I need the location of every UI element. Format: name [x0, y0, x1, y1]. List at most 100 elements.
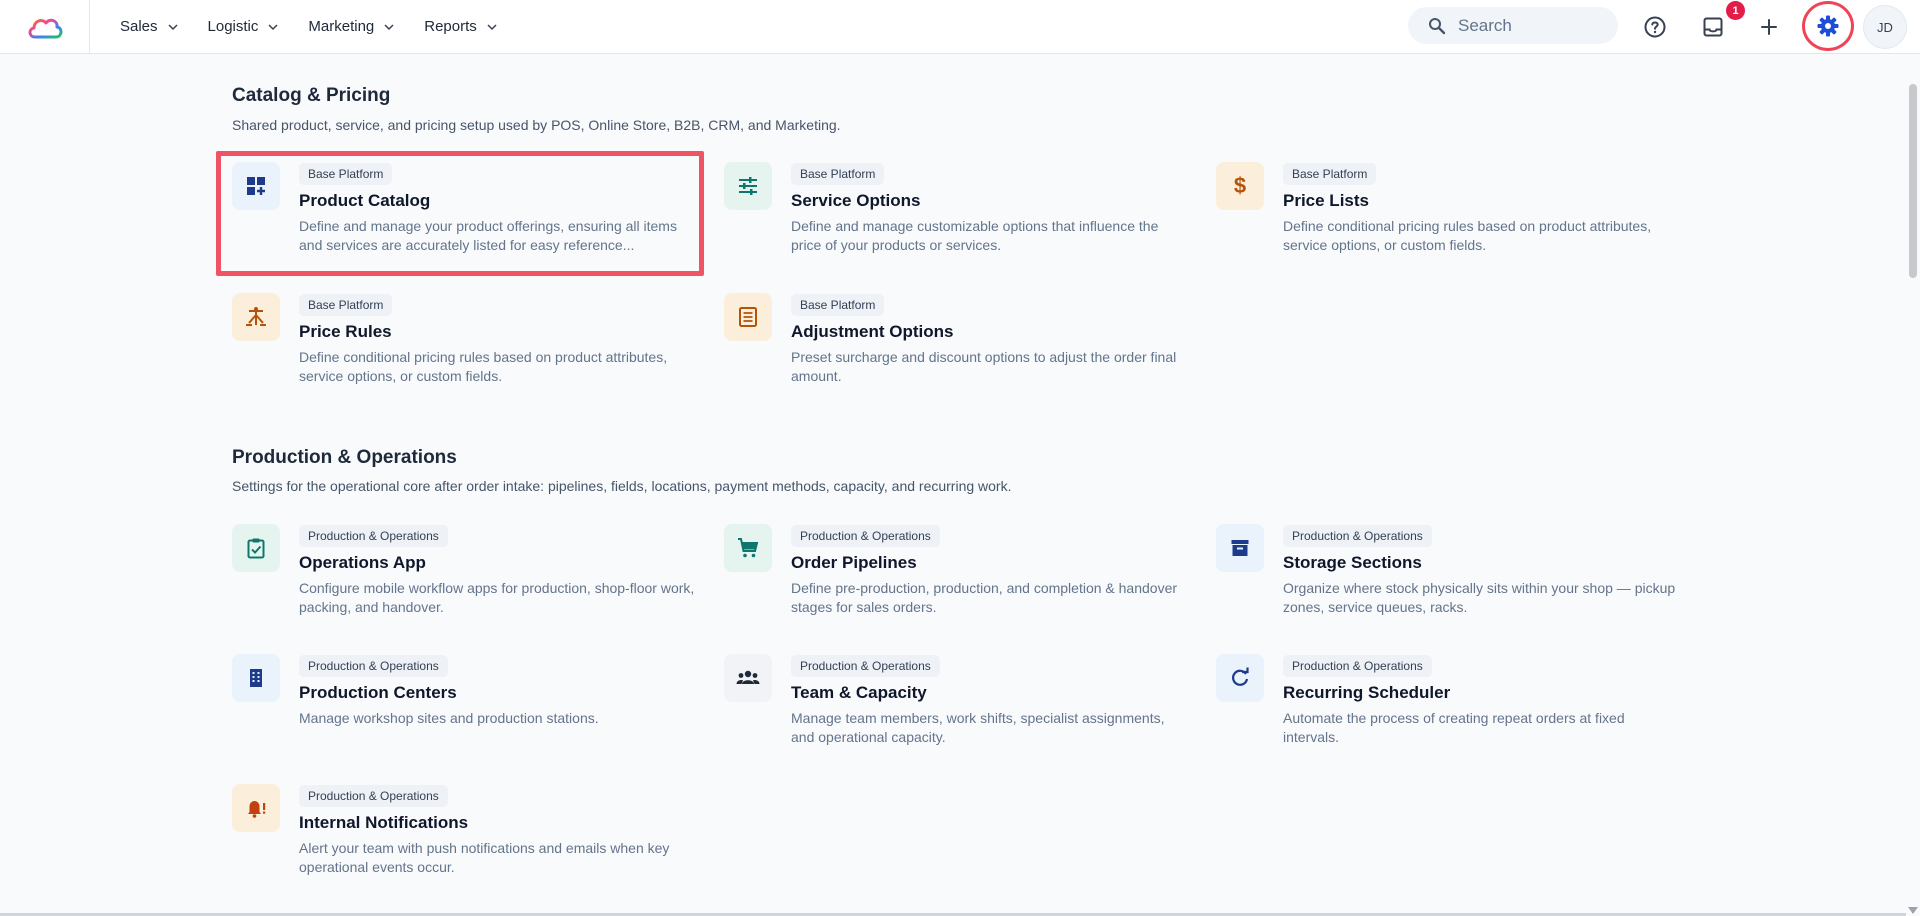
add-button[interactable]: [1754, 12, 1784, 42]
nav-sales[interactable]: Sales: [120, 18, 178, 35]
card-title: Price Lists: [1283, 191, 1369, 210]
bell-alert-icon: [248, 801, 266, 818]
card-recurring-scheduler[interactable]: Production & Operations Recurring Schedu…: [1216, 654, 1686, 764]
section-title-catalog-pricing: Catalog & Pricing: [232, 85, 391, 106]
card-description: Automate the process of creating repeat …: [1283, 710, 1625, 745]
card-title: Adjustment Options: [791, 322, 954, 341]
inbox-button[interactable]: [1698, 12, 1728, 42]
card-tag: Production & Operations: [299, 785, 448, 807]
app-logo[interactable]: [0, 0, 90, 54]
card-icon-box: $: [1216, 162, 1264, 210]
section-desc-production-operations: Settings for the operational core after …: [232, 478, 1012, 494]
people-icon: [736, 670, 760, 684]
card-tag: Base Platform: [299, 163, 393, 185]
building-icon: [250, 669, 262, 687]
search-box[interactable]: [1408, 7, 1618, 44]
card-title: Internal Notifications: [299, 813, 469, 832]
card-description: Define and manage your product offerings…: [299, 218, 677, 253]
chevron-down-icon: [268, 23, 278, 30]
card-icon-box: [232, 162, 280, 210]
section-desc-catalog-pricing: Shared product, service, and pricing set…: [232, 117, 841, 133]
card-title: Product Catalog: [299, 191, 431, 210]
card-price-lists[interactable]: $ Base Platform Price Lists Define condi…: [1216, 162, 1686, 272]
search-input[interactable]: [1458, 15, 1598, 36]
card-order-pipelines[interactable]: Production & Operations Order Pipelines …: [724, 524, 1194, 634]
nav-marketing-label: Marketing: [308, 18, 375, 35]
card-operations-app[interactable]: Production & Operations Operations App C…: [232, 524, 702, 634]
card-description: Alert your team with push notifications …: [299, 840, 670, 875]
inbox-icon: [1703, 17, 1723, 37]
card-icon-box: [232, 293, 280, 341]
help-icon: [1644, 16, 1666, 38]
card-icon-box: [724, 524, 772, 572]
card-icon-box: [724, 654, 772, 702]
top-navigation-bar: Sales Logistic Marketing Reports Search …: [0, 0, 1920, 54]
card-icon-box: [724, 293, 772, 341]
nav-logistic-label: Logistic: [207, 18, 259, 35]
plus-icon: [1761, 19, 1777, 35]
card-title: Order Pipelines: [791, 553, 917, 572]
clipboard-check-icon: [247, 538, 265, 559]
help-button[interactable]: [1640, 12, 1670, 42]
card-icon-box: [1216, 524, 1264, 572]
dashboard-add-icon: [247, 177, 265, 195]
card-title: Operations App: [299, 553, 426, 572]
section-title-production-operations: Production & Operations: [232, 447, 457, 468]
card-adjustment-options[interactable]: Base Platform Adjustment Options Preset …: [724, 293, 1194, 403]
cloud-logo-icon: [28, 18, 62, 38]
card-tag: Production & Operations: [299, 525, 448, 547]
nav-reports[interactable]: Reports: [424, 18, 497, 35]
card-storage-sections[interactable]: Production & Operations Storage Sections…: [1216, 524, 1686, 634]
nav-reports-label: Reports: [424, 18, 477, 35]
scrollbar-thumb[interactable]: [1909, 84, 1917, 278]
card-icon-box: [232, 524, 280, 572]
card-service-options[interactable]: Base Platform Service Options Define and…: [724, 162, 1194, 272]
card-description: Configure mobile workflow apps for produ…: [299, 580, 695, 615]
list-icon: [739, 307, 757, 327]
archive-icon: [1231, 540, 1249, 556]
search-icon: [1429, 17, 1446, 34]
card-tag: Production & Operations: [1283, 525, 1432, 547]
settings-button[interactable]: [1802, 1, 1854, 51]
chevron-down-icon: [487, 23, 497, 30]
inbox-badge: 1: [1726, 1, 1745, 20]
card-tag: Base Platform: [791, 163, 885, 185]
card-description: Manage team members, work shifts, specia…: [791, 710, 1165, 745]
gear-icon: [1817, 15, 1839, 37]
rules-icon: [246, 307, 266, 326]
card-icon-box: [232, 654, 280, 702]
nav-logistic[interactable]: Logistic: [208, 18, 279, 35]
card-description: Define conditional pricing rules based o…: [299, 349, 668, 384]
card-title: Price Rules: [299, 322, 392, 341]
vertical-scrollbar[interactable]: [1906, 55, 1920, 916]
card-tag: Base Platform: [1283, 163, 1377, 185]
nav-sales-label: Sales: [120, 18, 158, 35]
card-product-catalog[interactable]: Base Platform Product Catalog Define and…: [232, 162, 702, 272]
card-title: Service Options: [791, 191, 921, 210]
user-avatar[interactable]: JD: [1863, 5, 1907, 49]
chevron-down-icon: [168, 23, 178, 30]
card-tag: Production & Operations: [791, 655, 940, 677]
card-icon-box: [724, 162, 772, 210]
card-price-rules[interactable]: Base Platform Price Rules Define conditi…: [232, 293, 702, 403]
card-title: Team & Capacity: [791, 683, 927, 702]
card-icon-box: [232, 784, 280, 832]
dollar-icon: $: [1233, 173, 1247, 198]
card-description: Define and manage customizable options t…: [791, 218, 1159, 253]
tune-icon: [739, 177, 757, 195]
card-icon-box: [1216, 654, 1264, 702]
refresh-icon: [1232, 667, 1249, 686]
card-team-capacity[interactable]: Production & Operations Team & Capacity …: [724, 654, 1194, 764]
card-title: Production Centers: [299, 683, 457, 702]
card-description: Manage workshop sites and production sta…: [299, 710, 599, 726]
card-internal-notifications[interactable]: Production & Operations Internal Notific…: [232, 784, 702, 894]
card-description: Organize where stock physically sits wit…: [1283, 580, 1676, 615]
cart-icon: [738, 538, 759, 558]
card-tag: Base Platform: [299, 294, 393, 316]
main-nav: Sales Logistic Marketing Reports: [120, 18, 527, 35]
card-description: Define pre-production, production, and c…: [791, 580, 1178, 615]
nav-marketing[interactable]: Marketing: [308, 18, 394, 35]
card-tag: Production & Operations: [299, 655, 448, 677]
scroll-down-arrow-icon[interactable]: [1908, 907, 1918, 914]
card-production-centers[interactable]: Production & Operations Production Cente…: [232, 654, 702, 764]
